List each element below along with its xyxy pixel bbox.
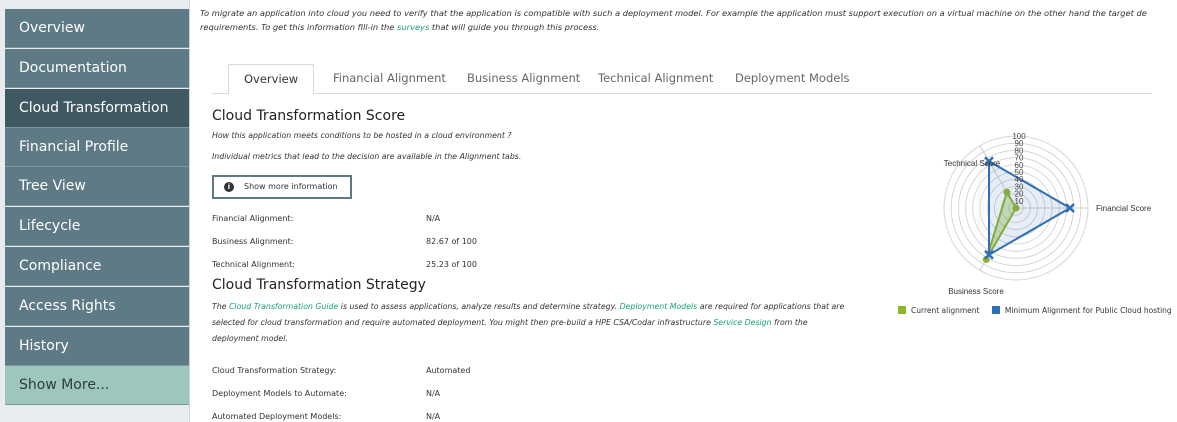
tab-bar: Overview Financial Alignment Business Al…	[212, 64, 1152, 95]
sidebar-item-financial-profile[interactable]: Financial Profile	[5, 128, 189, 167]
legend-label-current: Current alignment	[911, 306, 980, 315]
chart-legend: Current alignment Minimum Alignment for …	[898, 306, 1177, 315]
intro-line-2-prefix: requirements. To get this information fi…	[200, 22, 398, 32]
service-design-link[interactable]: Service Design	[713, 318, 771, 327]
strategy-description: The Cloud Transformation Guide is used t…	[212, 299, 852, 347]
show-more-information-label: Show more information	[244, 182, 338, 191]
deployment-models-to-automate-value: N/A	[426, 389, 441, 398]
tab-overview[interactable]: Overview	[228, 64, 315, 95]
technical-alignment-label: Technical Alignment:	[212, 260, 295, 269]
automated-deployment-models-label: Automated Deployment Models:	[212, 412, 342, 421]
main-content: To migrate an application into cloud you…	[196, 0, 1177, 422]
financial-alignment-value: N/A	[426, 214, 441, 223]
sidebar-item-show-more[interactable]: Show More...	[5, 366, 189, 405]
intro-line-1: To migrate an application into cloud you…	[200, 8, 1147, 18]
cloud-transformation-strategy-value: Automated	[426, 366, 471, 375]
strategy-text-1: The	[212, 302, 229, 311]
score-description-1: How this application meets conditions to…	[212, 131, 512, 140]
legend-item-current[interactable]: Current alignment	[898, 306, 979, 315]
sidebar-item-access-rights[interactable]: Access Rights	[5, 287, 189, 326]
technical-alignment-value: 25.23 of 100	[426, 260, 477, 269]
business-alignment-label: Business Alignment:	[212, 237, 294, 246]
tick-label: 100	[1012, 132, 1026, 141]
tab-business-alignment[interactable]: Business Alignment	[452, 64, 595, 94]
deployment-models-to-automate-label: Deployment Models to Automate:	[212, 389, 347, 398]
show-more-information-button[interactable]: i Show more information	[212, 175, 352, 199]
sidebar-item-documentation[interactable]: Documentation	[5, 49, 189, 88]
axis-label: Technical Score	[944, 159, 1001, 168]
sidebar-item-tree-view[interactable]: Tree View	[5, 167, 189, 206]
cloud-transformation-strategy-label: Cloud Transformation Strategy:	[212, 366, 337, 375]
sidebar-nav: Overview Documentation Cloud Transformat…	[0, 0, 190, 422]
tab-financial-alignment[interactable]: Financial Alignment	[318, 64, 461, 94]
legend-item-minimum[interactable]: Minimum Alignment for Public Cloud hosti…	[991, 306, 1172, 315]
score-description-2: Individual metrics that lead to the deci…	[212, 152, 522, 161]
info-icon: i	[224, 182, 234, 192]
sidebar-item-lifecycle[interactable]: Lifecycle	[5, 207, 189, 246]
sidebar-item-compliance[interactable]: Compliance	[5, 247, 189, 286]
sidebar-item-history[interactable]: History	[5, 327, 189, 366]
sidebar-item-cloud-transformation[interactable]: Cloud Transformation	[5, 89, 189, 128]
business-alignment-value: 82.67 of 100	[426, 237, 477, 246]
intro-line-2: requirements. To get this information fi…	[200, 20, 1177, 34]
strategy-title: Cloud Transformation Strategy	[212, 277, 426, 293]
intro-text: To migrate an application into cloud you…	[200, 6, 1177, 34]
sidebar-item-overview[interactable]: Overview	[5, 9, 189, 48]
cloud-transformation-guide-link[interactable]: Cloud Transformation Guide	[229, 302, 338, 311]
surveys-link[interactable]: surveys	[397, 22, 429, 32]
legend-label-minimum: Minimum Alignment for Public Cloud hosti…	[1004, 306, 1172, 315]
legend-swatch-minimum	[991, 306, 1000, 314]
deployment-models-link[interactable]: Deployment Models	[620, 302, 698, 311]
automated-deployment-models-value: N/A	[426, 412, 441, 421]
axis-label: Financial Score	[1096, 204, 1152, 213]
strategy-text-2: is used to assess applications, analyze …	[338, 302, 620, 311]
score-title: Cloud Transformation Score	[212, 108, 406, 124]
tab-technical-alignment[interactable]: Technical Alignment	[583, 64, 728, 94]
tab-deployment-models[interactable]: Deployment Models	[720, 64, 865, 94]
intro-line-2-suffix: that will guide you through this process…	[429, 22, 600, 32]
series-minimum-area	[988, 159, 1073, 257]
financial-alignment-label: Financial Alignment:	[212, 214, 294, 223]
legend-swatch-current	[898, 306, 906, 314]
cloud-score-radar-chart: 102030405060708090100Financial ScoreBusi…	[943, 132, 1152, 296]
axis-label: Business Score	[948, 287, 1004, 296]
